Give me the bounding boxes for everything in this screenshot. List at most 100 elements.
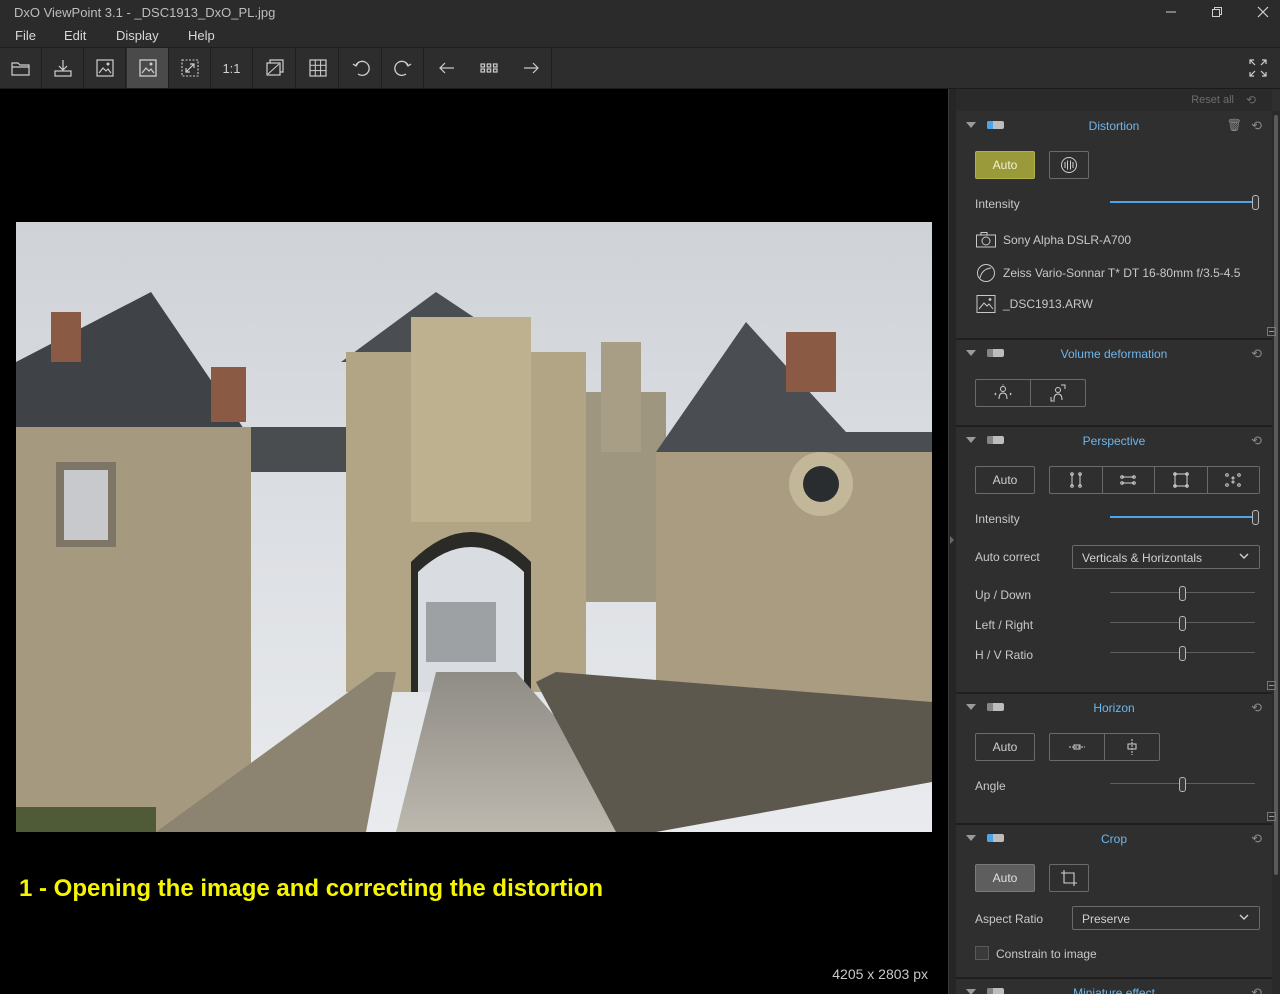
horizon-horizontal-button[interactable]	[1050, 734, 1105, 760]
perspective-intensity-slider[interactable]	[1110, 510, 1259, 525]
collapse-advanced-icon[interactable]	[1267, 327, 1276, 336]
image-icon	[138, 59, 157, 77]
collapse-arrow-icon[interactable]	[950, 536, 954, 544]
slider-knob[interactable]	[1179, 616, 1186, 631]
horizon-mode-group	[1049, 733, 1160, 761]
menu-display[interactable]: Display	[116, 28, 159, 43]
collapse-advanced-icon[interactable]	[1267, 681, 1276, 690]
photo-illustration	[16, 222, 932, 832]
aspect-ratio-value: Preserve	[1082, 912, 1131, 926]
volume-spherical-button[interactable]	[1031, 380, 1085, 406]
perspective-horizontal-button[interactable]	[1103, 467, 1155, 493]
image-viewer[interactable]: 1 - Opening the image and correcting the…	[0, 89, 948, 994]
trash-icon[interactable]: 🗑	[1227, 118, 1242, 132]
slider-knob[interactable]	[1179, 586, 1186, 601]
minimize-button[interactable]	[1148, 0, 1194, 24]
grid-button[interactable]	[297, 48, 339, 88]
export-button[interactable]	[42, 48, 84, 88]
undo-icon[interactable]: ⟲	[1251, 433, 1262, 449]
eight-points-icon	[1225, 473, 1242, 487]
perspective-vertical-button[interactable]	[1050, 467, 1103, 493]
auto-correct-dropdown[interactable]: Verticals & Horizontals	[1072, 545, 1260, 569]
undo-icon[interactable]: ⟲	[1251, 346, 1262, 362]
left-right-label: Left / Right	[975, 618, 1034, 632]
slider-knob[interactable]	[1252, 510, 1259, 525]
angle-slider[interactable]	[1110, 777, 1255, 792]
photo-castle-gate[interactable]	[16, 222, 932, 832]
menu-help[interactable]: Help	[188, 28, 215, 43]
panel-scrollbar[interactable]	[1272, 111, 1280, 994]
correction-panel: Reset all ⟲ Distortion 🗑 ⟲ Auto Intensit…	[956, 89, 1280, 994]
compare-button[interactable]	[254, 48, 296, 88]
undo-icon[interactable]: ⟲	[1251, 118, 1262, 134]
slider-knob[interactable]	[1179, 646, 1186, 661]
volume-mode-group	[975, 379, 1086, 407]
next-image-button[interactable]	[510, 48, 552, 88]
volume-deformation-header[interactable]: Volume deformation ⟲	[956, 339, 1272, 369]
menu-edit[interactable]: Edit	[64, 28, 86, 43]
menu-file[interactable]: File	[15, 28, 36, 43]
miniature-effect-header[interactable]: Miniature effect ⟲	[956, 978, 1272, 994]
tutorial-caption: 1 - Opening the image and correcting the…	[19, 875, 604, 902]
aspect-ratio-dropdown[interactable]: Preserve	[1072, 906, 1260, 930]
perspective-rectangle-button[interactable]	[1155, 467, 1208, 493]
restore-icon	[1212, 7, 1222, 17]
restore-button[interactable]	[1194, 0, 1240, 24]
reset-all-button[interactable]: Reset all	[1191, 94, 1234, 106]
undo-icon[interactable]: ⟲	[1251, 831, 1262, 847]
rotate-right-button[interactable]	[382, 48, 424, 88]
folder-icon	[10, 62, 30, 76]
distortion-intensity-slider[interactable]	[1110, 195, 1259, 210]
previous-image-button[interactable]	[426, 48, 468, 88]
camera-model: Sony Alpha DSLR-A700	[1003, 233, 1132, 247]
perspective-auto-button[interactable]: Auto	[975, 466, 1035, 494]
perspective-header[interactable]: Perspective ⟲	[956, 426, 1272, 456]
image-file-icon	[976, 295, 996, 313]
lens-info: Zeiss Vario-Sonnar T* DT 16-80mm f/3.5-4…	[975, 263, 1240, 283]
browse-images-button[interactable]	[468, 48, 510, 88]
crop-manual-button[interactable]	[1049, 864, 1089, 892]
horizon-header[interactable]: Horizon ⟲	[956, 693, 1272, 723]
camera-icon	[976, 232, 996, 248]
panel-splitter[interactable]	[948, 89, 956, 994]
rotate-left-button[interactable]	[340, 48, 382, 88]
slider-knob[interactable]	[1179, 777, 1186, 792]
undo-icon[interactable]: ⟲	[1246, 93, 1256, 107]
crop-header[interactable]: Crop ⟲	[956, 824, 1272, 854]
reset-all-bar: Reset all ⟲	[956, 89, 1272, 111]
rotate-left-icon	[352, 60, 370, 76]
horizon-auto-button[interactable]: Auto	[975, 733, 1035, 761]
angle-label: Angle	[975, 779, 1006, 793]
perspective-eight-point-button[interactable]	[1208, 467, 1260, 493]
after-view-button[interactable]	[127, 48, 169, 88]
close-button[interactable]	[1240, 0, 1280, 24]
fullscreen-button[interactable]	[1237, 48, 1279, 88]
distortion-header[interactable]: Distortion 🗑 ⟲	[956, 111, 1272, 141]
scrollbar-thumb[interactable]	[1274, 115, 1278, 875]
collapse-advanced-icon[interactable]	[1267, 812, 1276, 821]
crop-auto-button[interactable]: Auto	[975, 864, 1035, 892]
distortion-auto-button[interactable]: Auto	[975, 151, 1035, 179]
minimize-icon	[1166, 11, 1176, 13]
horizon-vertical-button[interactable]	[1105, 734, 1159, 760]
thumbnails-icon	[480, 63, 498, 73]
aspect-ratio-label: Aspect Ratio	[975, 912, 1044, 926]
slider-knob[interactable]	[1252, 195, 1259, 210]
distortion-manual-button[interactable]	[1049, 151, 1089, 179]
crop-title: Crop	[1100, 832, 1127, 846]
image-dimensions: 4205 x 2803 px	[832, 966, 928, 982]
left-right-slider[interactable]	[1110, 616, 1255, 631]
volume-cylindrical-button[interactable]	[976, 380, 1031, 406]
open-button[interactable]	[0, 48, 42, 88]
fit-to-screen-button[interactable]	[169, 48, 211, 88]
constrain-checkbox[interactable]	[975, 946, 989, 960]
title-bar: DxO ViewPoint 3.1 - _DSC1913_DxO_PL.jpg	[0, 0, 1280, 24]
before-view-button[interactable]	[84, 48, 126, 88]
undo-icon[interactable]: ⟲	[1251, 985, 1262, 994]
distortion-intensity-label: Intensity	[975, 197, 1020, 211]
up-down-slider[interactable]	[1110, 586, 1255, 601]
undo-icon[interactable]: ⟲	[1251, 700, 1262, 716]
hv-ratio-slider[interactable]	[1110, 646, 1255, 661]
zoom-100-button[interactable]: 1:1	[211, 48, 253, 88]
window-title: DxO ViewPoint 3.1 - _DSC1913_DxO_PL.jpg	[14, 5, 276, 20]
